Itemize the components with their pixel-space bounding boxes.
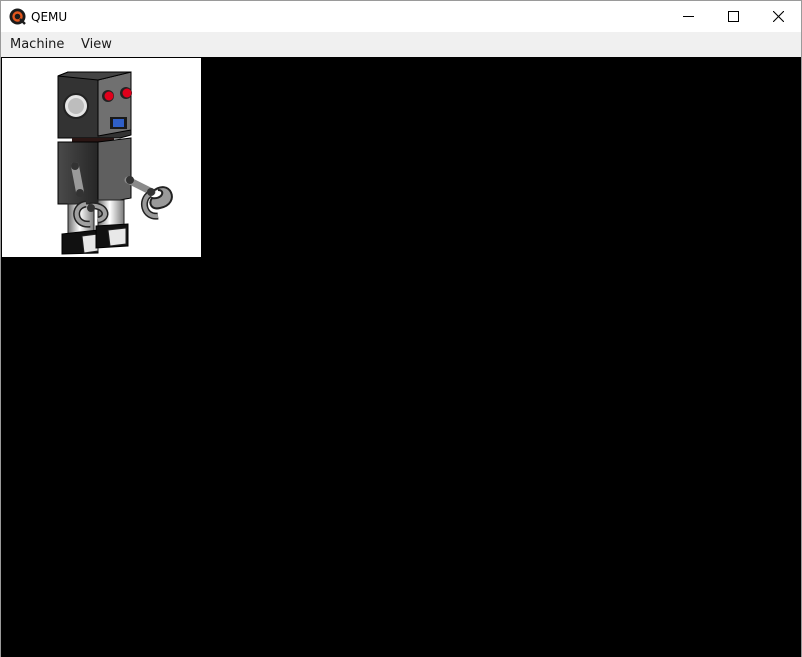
minimize-button[interactable] <box>665 1 711 32</box>
close-icon <box>772 11 784 22</box>
window-title: QEMU <box>31 10 68 24</box>
menu-machine[interactable]: Machine <box>9 37 65 53</box>
title-bar[interactable]: QEMU <box>1 1 801 32</box>
qemu-window: QEMU Machine View <box>0 0 802 657</box>
vm-display[interactable] <box>1 57 801 657</box>
robot-image <box>2 58 201 257</box>
menu-view[interactable]: View <box>80 37 113 53</box>
maximize-icon <box>727 11 739 22</box>
maximize-button[interactable] <box>710 1 756 32</box>
qemu-logo-icon <box>9 8 26 25</box>
minimize-icon <box>682 11 694 22</box>
close-button[interactable] <box>755 1 801 32</box>
menu-bar: Machine View <box>1 32 801 58</box>
